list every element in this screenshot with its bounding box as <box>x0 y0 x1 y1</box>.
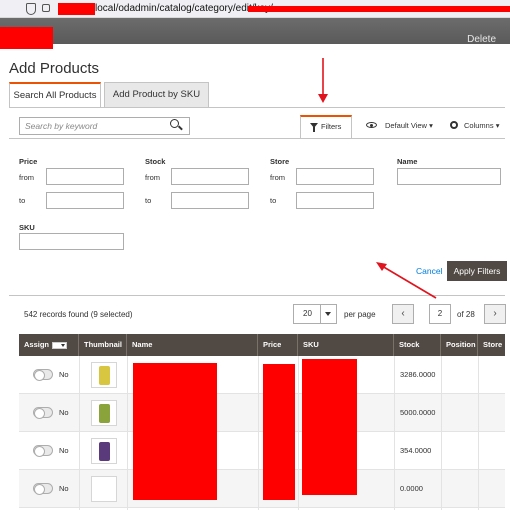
arrow-to-apply <box>376 262 437 299</box>
annotation-arrows <box>318 58 437 299</box>
arrow-to-filters <box>318 58 328 103</box>
